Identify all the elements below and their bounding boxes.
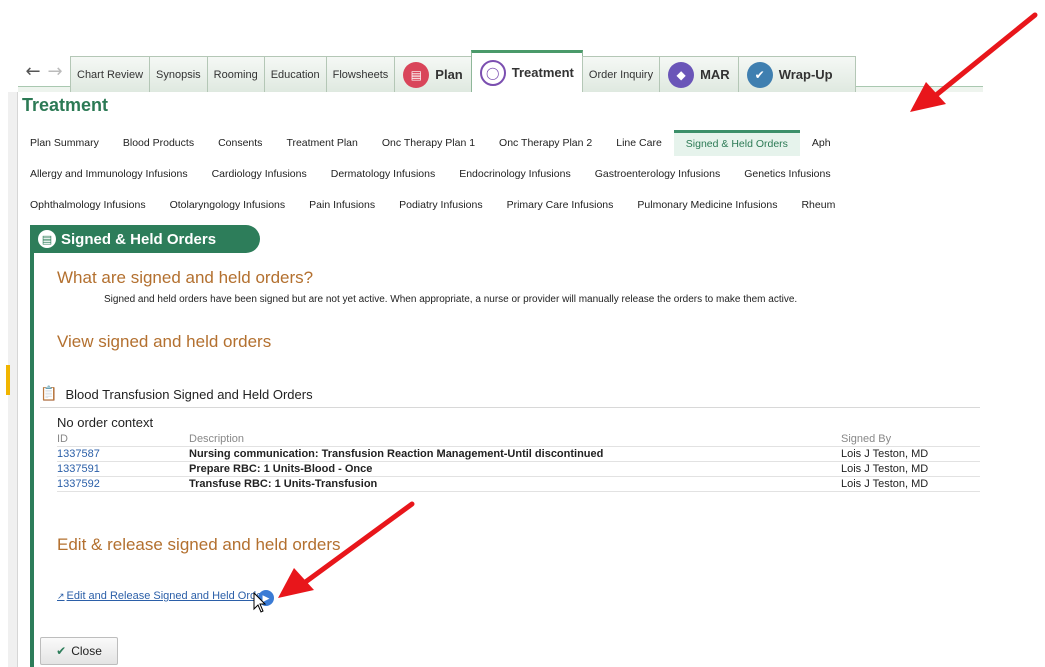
section-accent-line: [30, 253, 34, 667]
tab-label: Flowsheets: [332, 68, 389, 81]
forward-arrow-icon[interactable]: →: [47, 61, 62, 82]
subnav-onc-therapy-plan-2[interactable]: Onc Therapy Plan 2: [487, 137, 604, 149]
history-nav: ← →: [18, 50, 70, 92]
order-description: Transfuse RBC: 1 Units-Transfusion: [189, 478, 378, 490]
subnav-gastroenterology[interactable]: Gastroenterology Infusions: [583, 168, 733, 180]
tab-label: Plan: [435, 67, 463, 82]
subnav-ophthalmology[interactable]: Ophthalmology Infusions: [18, 199, 158, 211]
subnav-pulmonary-medicine[interactable]: Pulmonary Medicine Infusions: [625, 199, 789, 211]
tab-plan[interactable]: ▤ Plan: [394, 56, 472, 92]
activity-tab-bar: ← → Chart Review Synopsis Rooming Educat…: [18, 48, 983, 92]
tab-wrap-up[interactable]: ✔ Wrap-Up: [737, 56, 856, 92]
report-title: 📋 Blood Transfusion Signed and Held Orde…: [40, 386, 313, 402]
subnav-endocrinology[interactable]: Endocrinology Infusions: [447, 168, 583, 180]
tab-education[interactable]: Education: [263, 56, 327, 92]
tab-label: Synopsis: [156, 68, 201, 81]
subnav-signed-held-orders[interactable]: Signed & Held Orders: [673, 130, 800, 156]
order-signed-by: Lois J Teston, MD: [841, 478, 929, 490]
table-row: 1337592 Transfuse RBC: 1 Units-Transfusi…: [57, 477, 980, 492]
close-button-label: Close: [71, 644, 102, 658]
table-header: ID Description Signed By: [57, 432, 980, 447]
tab-label: Rooming: [213, 68, 258, 81]
back-arrow-icon[interactable]: ←: [25, 61, 40, 82]
tab-label: Order Inquiry: [588, 68, 654, 81]
checkmark-icon: ✔: [56, 644, 67, 658]
subnav-genetics[interactable]: Genetics Infusions: [732, 168, 842, 180]
subnav-row-2: Allergy and Immunology Infusions Cardiol…: [18, 161, 983, 187]
subnav-dermatology[interactable]: Dermatology Infusions: [319, 168, 447, 180]
report-title-text: Blood Transfusion Signed and Held Orders: [65, 386, 313, 402]
report-clipboard-icon: 📋: [40, 386, 58, 402]
subnav-cardiology[interactable]: Cardiology Infusions: [200, 168, 319, 180]
edit-heading: Edit & release signed and held orders: [57, 535, 341, 554]
subnav-blood-products[interactable]: Blood Products: [111, 137, 206, 149]
order-description: Nursing communication: Transfusion React…: [189, 448, 604, 460]
order-id-link[interactable]: 1337587: [57, 447, 189, 461]
report-divider: [40, 407, 980, 408]
order-id-link[interactable]: 1337592: [57, 477, 189, 491]
link-arrow-icon: ↗: [57, 592, 65, 602]
tab-flowsheets[interactable]: Flowsheets: [325, 56, 396, 92]
subnav-row-1: Plan Summary Blood Products Consents Tre…: [18, 130, 983, 156]
table-row: 1337587 Nursing communication: Transfusi…: [57, 447, 980, 462]
wrap-up-icon: ✔: [746, 61, 773, 88]
orders-table: ID Description Signed By 1337587 Nursing…: [57, 432, 980, 492]
close-button[interactable]: ✔ Close: [40, 637, 118, 665]
header-signed-by: Signed By: [841, 433, 892, 445]
edit-release-orders-link[interactable]: ↗ Edit and Release Signed and Held Orders: [57, 590, 271, 602]
edit-link-text: Edit and Release Signed and Held Orders: [66, 590, 272, 602]
tab-order-inquiry[interactable]: Order Inquiry: [581, 56, 661, 92]
tab-synopsis[interactable]: Synopsis: [149, 56, 208, 92]
clipboard-icon: ▤: [38, 230, 56, 248]
order-signed-by: Lois J Teston, MD: [841, 463, 929, 475]
subnav-primary-care[interactable]: Primary Care Infusions: [495, 199, 626, 211]
page-title: Treatment: [22, 95, 109, 115]
what-heading: What are signed and held orders?: [57, 268, 314, 287]
mouse-cursor-icon: [253, 592, 267, 613]
what-description: Signed and held orders have been signed …: [104, 294, 798, 305]
subnav-row-3: Ophthalmology Infusions Otolaryngology I…: [18, 192, 983, 218]
subnav-pain[interactable]: Pain Infusions: [297, 199, 387, 211]
tab-treatment[interactable]: ◯ Treatment: [470, 50, 583, 92]
header-description: Description: [189, 433, 245, 445]
table-row: 1337591 Prepare RBC: 1 Units-Blood - Onc…: [57, 462, 980, 477]
subnav-treatment-plan[interactable]: Treatment Plan: [274, 137, 369, 149]
plan-icon: ▤: [403, 61, 430, 88]
tab-label: MAR: [700, 67, 730, 82]
treatment-icon: ◯: [479, 59, 506, 86]
tab-label: Treatment: [511, 65, 574, 80]
subnav-allergy-immunology[interactable]: Allergy and Immunology Infusions: [18, 168, 200, 180]
sidebar-highlight-marker: [6, 365, 10, 395]
view-heading: View signed and held orders: [57, 332, 272, 351]
subnav-onc-therapy-plan-1[interactable]: Onc Therapy Plan 1: [370, 137, 487, 149]
subnav-line-care[interactable]: Line Care: [604, 137, 674, 149]
order-context-label: No order context: [57, 415, 154, 430]
subnav-rheum[interactable]: Rheum: [789, 199, 847, 211]
header-id: ID: [57, 433, 68, 445]
tab-mar[interactable]: ◆ MAR: [659, 56, 739, 92]
subnav-consents[interactable]: Consents: [206, 137, 274, 149]
section-title: Signed & Held Orders: [61, 230, 217, 248]
section-banner: ▤ Signed & Held Orders: [30, 225, 260, 253]
subnav-plan-summary[interactable]: Plan Summary: [18, 137, 111, 149]
tab-label: Wrap-Up: [778, 67, 833, 82]
tab-chart-review[interactable]: Chart Review: [70, 56, 151, 92]
tab-label: Education: [270, 68, 320, 81]
tab-rooming[interactable]: Rooming: [206, 56, 265, 92]
subnav-podiatry[interactable]: Podiatry Infusions: [387, 199, 494, 211]
tab-label: Chart Review: [77, 68, 144, 81]
order-description: Prepare RBC: 1 Units-Blood - Once: [189, 463, 373, 475]
order-signed-by: Lois J Teston, MD: [841, 448, 929, 460]
subnav-otolaryngology[interactable]: Otolaryngology Infusions: [158, 199, 298, 211]
order-id-link[interactable]: 1337591: [57, 462, 189, 476]
subnav-aph[interactable]: Aph: [800, 137, 843, 149]
mar-icon: ◆: [668, 61, 695, 88]
